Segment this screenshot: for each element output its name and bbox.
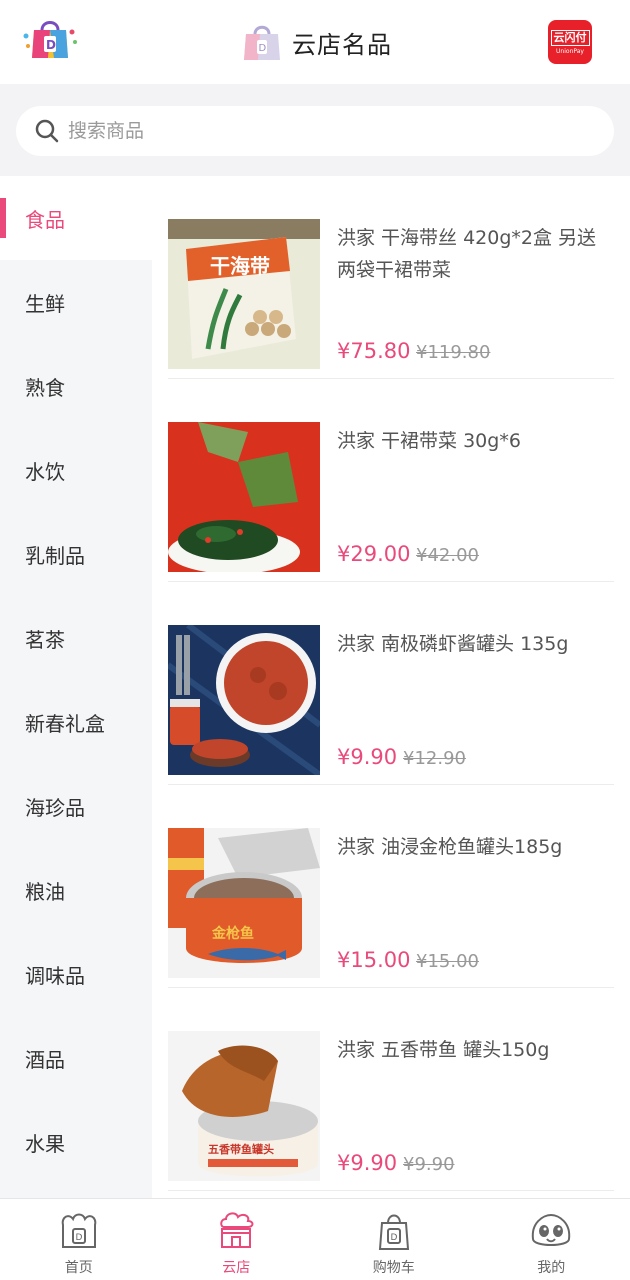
hairtail-can-label: 五香带鱼罐头 [208,1142,274,1156]
product-item[interactable]: 干海带 洪家 干海带丝 420g*2盒 另送两袋干裙带菜 ¥75.80 ¥119… [168,176,614,379]
category-new-year-gift[interactable]: 新春礼盒 [0,680,152,764]
category-label: 粮油 [25,879,65,904]
category-label: 熟食 [25,375,65,400]
search-area [0,84,630,176]
tab-home[interactable]: D 首页 [0,1199,158,1280]
product-price: ¥75.80 [337,339,411,363]
product-item[interactable]: 洪家 干裙带菜 30g*6 ¥29.00 ¥42.00 [168,379,614,582]
category-label: 生鲜 [25,291,65,316]
search-icon [35,119,59,143]
hairtail-can-image: 五香带鱼罐头 [168,1031,320,1181]
kelp-box-label: 干海带 [210,254,270,278]
kelp-box-image: 干海带 [168,219,320,369]
product-name[interactable]: 洪家 五香带鱼 罐头150g [337,1034,614,1066]
svg-text:D: D [75,1233,82,1243]
category-food[interactable]: 食品 [0,176,152,260]
category-drinks[interactable]: 水饮 [0,428,152,512]
cloud-bag-icon: D [244,25,280,60]
wakame-plate-image [168,422,320,572]
tuna-can-label: 金枪鱼 [211,925,254,942]
category-label: 调味品 [25,963,85,988]
unionpay-sublabel: UnionPay [556,47,584,55]
product-item[interactable]: 洪家 南极磷虾酱罐头 135g ¥9.90 ¥12.90 [168,582,614,785]
product-price: ¥9.90 [337,745,398,769]
product-name[interactable]: 洪家 干裙带菜 30g*6 [337,425,614,457]
bottom-tabbar: D 首页 云店 D 购物车 我的 [0,1198,630,1280]
search-box[interactable] [16,106,614,156]
tab-cloud-store[interactable]: 云店 [158,1199,316,1280]
unionpay-button[interactable]: 云闪付 UnionPay [548,20,592,64]
category-sidebar: 食品 生鲜 熟食 水饮 乳制品 茗茶 新春礼盒 海珍品 粮油 调味品 酒品 水果 [0,176,152,1198]
category-label: 海珍品 [25,795,85,820]
svg-text:D: D [259,43,267,54]
page-title: 云店名品 [292,30,392,59]
store-icon [220,1212,254,1248]
product-price: ¥15.00 [337,948,411,972]
category-label: 水果 [25,1131,65,1156]
product-image-krill-sauce[interactable] [168,625,320,775]
product-item[interactable]: 金枪鱼 洪家 油浸金枪鱼罐头185g ¥15.00 ¥15.00 [168,785,614,988]
product-image-kelp-shreds[interactable]: 干海带 [168,219,320,369]
product-image-hairtail-can[interactable]: 五香带鱼罐头 [168,1031,320,1181]
home-bag-icon: D [61,1213,97,1248]
shop-bag-logo-icon[interactable]: D [20,14,80,64]
category-fruit[interactable]: 水果 [0,1100,152,1184]
product-original-price: ¥119.80 [416,342,491,363]
cart-bag-icon: D [378,1214,409,1250]
unionpay-label: 云闪付 [550,29,590,46]
tab-cart[interactable]: D 购物车 [315,1199,473,1280]
product-price: ¥9.90 [337,1151,398,1175]
tab-label: 我的 [537,1260,566,1276]
product-original-price: ¥12.90 [403,748,466,769]
category-label: 食品 [25,207,65,232]
tab-label: 首页 [64,1260,93,1276]
header: D D 云店名品 云闪付 UnionPay [0,0,630,84]
category-label: 新春礼盒 [25,711,105,736]
category-grain-oil[interactable]: 粮油 [0,848,152,932]
product-name[interactable]: 洪家 油浸金枪鱼罐头185g [337,831,614,863]
product-image-wakame[interactable] [168,422,320,572]
product-name[interactable]: 洪家 南极磷虾酱罐头 135g [337,628,614,660]
category-tea[interactable]: 茗茶 [0,596,152,680]
svg-text:D: D [390,1233,397,1243]
product-original-price: ¥15.00 [416,951,479,972]
category-dairy[interactable]: 乳制品 [0,512,152,596]
product-name[interactable]: 洪家 干海带丝 420g*2盒 另送两袋干裙带菜 [337,222,614,286]
search-input[interactable] [68,120,568,142]
category-seafood[interactable]: 海珍品 [0,764,152,848]
tab-label: 购物车 [372,1260,415,1276]
tab-profile[interactable]: 我的 [473,1199,630,1280]
product-price: ¥29.00 [337,542,411,566]
product-original-price: ¥9.90 [403,1154,455,1175]
category-label: 酒品 [25,1047,65,1072]
tuna-can-image: 金枪鱼 [168,828,320,978]
profile-face-icon [532,1213,571,1246]
product-original-price: ¥42.00 [416,545,479,566]
category-wine[interactable]: 酒品 [0,1016,152,1100]
tab-label: 云店 [222,1260,251,1276]
product-item[interactable]: 五香带鱼罐头 洪家 五香带鱼 罐头150g ¥9.90 ¥9.90 [168,988,614,1191]
product-image-tuna-can[interactable]: 金枪鱼 [168,828,320,978]
svg-text:D: D [46,38,56,52]
header-title-group: D 云店名品 [238,22,392,62]
category-label: 水饮 [25,459,65,484]
category-condiments[interactable]: 调味品 [0,932,152,1016]
category-label: 茗茶 [25,627,65,652]
category-label: 乳制品 [25,543,85,568]
product-list: 干海带 洪家 干海带丝 420g*2盒 另送两袋干裙带菜 ¥75.80 ¥119… [168,176,614,1198]
krill-sauce-image [168,625,320,775]
category-fresh[interactable]: 生鲜 [0,260,152,344]
category-cooked-food[interactable]: 熟食 [0,344,152,428]
